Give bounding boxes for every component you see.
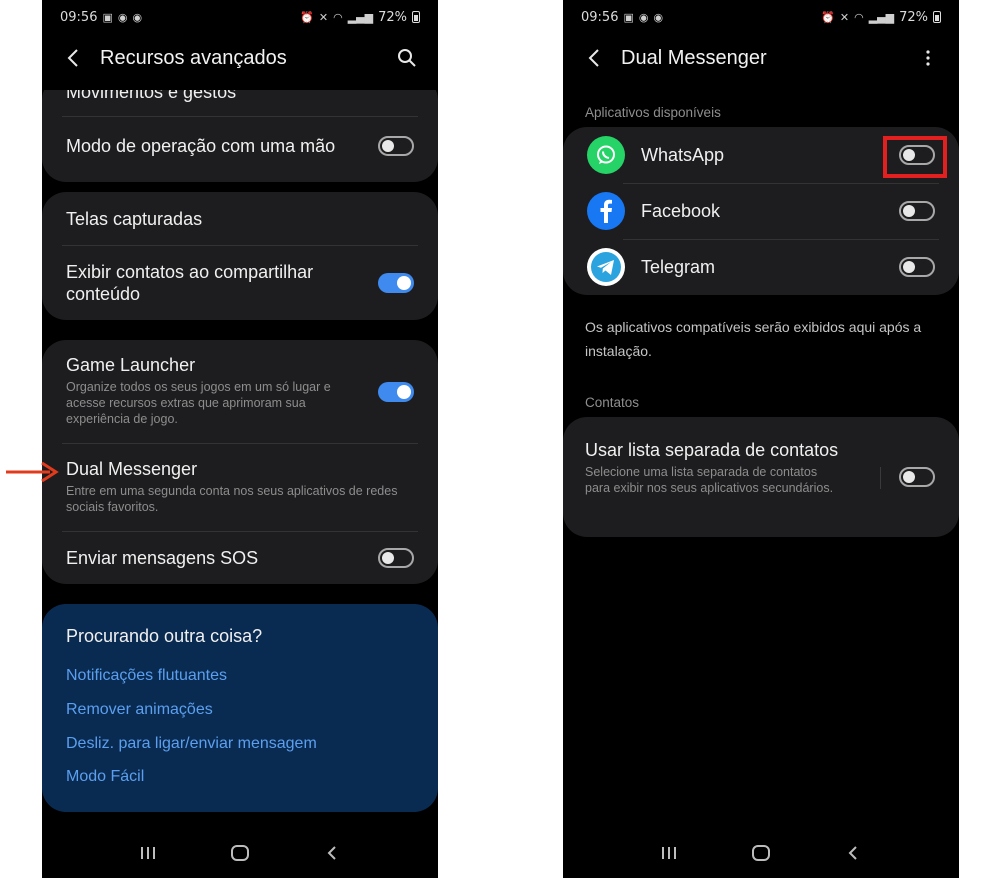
back-icon[interactable] bbox=[840, 840, 866, 866]
divider bbox=[880, 467, 881, 489]
notification-icon: ◉ bbox=[117, 10, 128, 24]
setting-motions-gestures[interactable]: Movimentos e gestos bbox=[66, 82, 414, 106]
app-name: Telegram bbox=[641, 257, 716, 277]
setting-description: Entre em uma segunda conta nos seus apli… bbox=[66, 484, 398, 514]
gallery-notification-icon: ▣ bbox=[102, 10, 113, 24]
setting-title: Movimentos e gestos bbox=[66, 82, 237, 102]
divider bbox=[623, 183, 939, 184]
status-bar: 09:56 ▣ ◉ ◉ ⏰ ✕ ◠ ▂▄▆ 72% bbox=[563, 0, 959, 34]
setting-title: Telas capturadas bbox=[66, 209, 203, 229]
suggestion-link[interactable]: Remover animações bbox=[66, 701, 213, 719]
suggestion-link[interactable]: Notificações flutuantes bbox=[66, 667, 227, 685]
back-icon[interactable] bbox=[319, 840, 345, 866]
status-time: 09:56 bbox=[60, 9, 98, 25]
app-bar: Dual Messenger bbox=[563, 38, 959, 78]
whatsapp-toggle-highlight bbox=[883, 136, 947, 178]
separate-contacts-toggle[interactable] bbox=[899, 467, 935, 487]
facebook-icon bbox=[587, 192, 625, 230]
status-time: 09:56 bbox=[581, 9, 619, 25]
notification-icon: ◉ bbox=[638, 10, 649, 24]
show-contacts-toggle[interactable] bbox=[378, 273, 414, 293]
mute-icon: ✕ bbox=[318, 10, 329, 24]
notification-icon: ◉ bbox=[653, 10, 664, 24]
divider bbox=[62, 531, 418, 532]
divider bbox=[623, 239, 939, 240]
app-bar: Recursos avançados bbox=[42, 38, 438, 78]
battery-icon bbox=[933, 11, 941, 23]
back-arrow-icon[interactable] bbox=[60, 45, 86, 71]
battery-icon bbox=[412, 11, 420, 23]
mute-icon: ✕ bbox=[839, 10, 850, 24]
app-row-telegram[interactable]: Telegram bbox=[587, 245, 935, 289]
settings-card-sharing: Telas capturadas Exibir contatos ao comp… bbox=[42, 192, 438, 320]
setting-title: Dual Messenger bbox=[66, 459, 198, 479]
divider bbox=[62, 245, 418, 246]
whatsapp-icon bbox=[587, 136, 625, 174]
app-name: WhatsApp bbox=[641, 145, 725, 165]
sos-toggle[interactable] bbox=[378, 548, 414, 568]
wifi-icon: ◠ bbox=[333, 10, 343, 24]
navigation-bar bbox=[42, 828, 438, 878]
setting-show-contacts[interactable]: Exibir contatos ao compartilhar conteúdo bbox=[66, 258, 414, 308]
contacts-card: Usar lista separada de contatos Selecion… bbox=[563, 417, 959, 537]
available-apps-label: Aplicativos disponíveis bbox=[585, 105, 721, 120]
home-icon[interactable] bbox=[227, 840, 253, 866]
recent-apps-icon[interactable] bbox=[656, 840, 682, 866]
right-phone-screen: 09:56 ▣ ◉ ◉ ⏰ ✕ ◠ ▂▄▆ 72% Dual Messenger… bbox=[563, 0, 959, 878]
more-options-icon[interactable] bbox=[915, 45, 941, 71]
suggestion-link[interactable]: Desliz. para ligar/enviar mensagem bbox=[66, 735, 317, 753]
telegram-icon bbox=[587, 248, 625, 286]
left-phone-screen: 09:56 ▣ ◉ ◉ ⏰ ✕ ◠ ▂▄▆ 72% Recursos avanç… bbox=[42, 0, 438, 878]
divider bbox=[62, 443, 418, 444]
setting-dual-messenger[interactable]: Dual Messenger Entre em uma segunda cont… bbox=[66, 458, 414, 518]
back-arrow-icon[interactable] bbox=[581, 45, 607, 71]
status-bar: 09:56 ▣ ◉ ◉ ⏰ ✕ ◠ ▂▄▆ 72% bbox=[42, 0, 438, 34]
setting-game-launcher[interactable]: Game Launcher Organize todos os seus jog… bbox=[66, 354, 414, 430]
one-hand-mode-toggle[interactable] bbox=[378, 136, 414, 156]
setting-title: Modo de operação com uma mão bbox=[66, 136, 336, 156]
setting-title: Usar lista separada de contatos bbox=[585, 440, 839, 460]
app-row-facebook[interactable]: Facebook bbox=[587, 189, 935, 233]
navigation-bar bbox=[563, 828, 959, 878]
setting-screenshots[interactable]: Telas capturadas bbox=[66, 204, 414, 234]
setting-title: Game Launcher bbox=[66, 355, 196, 375]
settings-card-games: Game Launcher Organize todos os seus jog… bbox=[42, 340, 438, 584]
game-launcher-toggle[interactable] bbox=[378, 382, 414, 402]
setting-one-hand-mode[interactable]: Modo de operação com uma mão bbox=[66, 128, 414, 164]
signal-icon: ▂▄▆ bbox=[868, 10, 895, 24]
battery-level: 72% bbox=[899, 9, 928, 25]
battery-level: 72% bbox=[378, 9, 407, 25]
facebook-toggle[interactable] bbox=[899, 201, 935, 221]
suggestion-link[interactable]: Modo Fácil bbox=[66, 768, 144, 786]
recent-apps-icon[interactable] bbox=[135, 840, 161, 866]
notification-icon: ◉ bbox=[132, 10, 143, 24]
search-icon[interactable] bbox=[394, 45, 420, 71]
search-suggestions-title: Procurando outra coisa? bbox=[66, 626, 263, 646]
gallery-notification-icon: ▣ bbox=[623, 10, 634, 24]
page-title: Dual Messenger bbox=[621, 46, 767, 69]
divider bbox=[62, 116, 418, 117]
wifi-icon: ◠ bbox=[854, 10, 864, 24]
setting-title: Enviar mensagens SOS bbox=[66, 548, 259, 568]
setting-description: Organize todos os seus jogos em um só lu… bbox=[66, 380, 331, 426]
signal-icon: ▂▄▆ bbox=[347, 10, 374, 24]
setting-description: Selecione uma lista separada de contatos… bbox=[585, 465, 834, 495]
search-suggestions-card: Procurando outra coisa? Notificações flu… bbox=[42, 604, 438, 812]
alarm-icon: ⏰ bbox=[300, 10, 314, 24]
setting-sos-messages[interactable]: Enviar mensagens SOS bbox=[66, 542, 414, 574]
compatible-apps-info: Os aplicativos compatíveis serão exibido… bbox=[585, 319, 922, 359]
setting-title: Exibir contatos ao compartilhar conteúdo bbox=[66, 262, 314, 304]
home-icon[interactable] bbox=[748, 840, 774, 866]
app-name: Facebook bbox=[641, 201, 721, 221]
setting-separate-contacts[interactable]: Usar lista separada de contatos Selecion… bbox=[585, 439, 935, 517]
settings-card-motion: Movimentos e gestos Modo de operação com… bbox=[42, 82, 438, 182]
page-title: Recursos avançados bbox=[100, 46, 287, 69]
alarm-icon: ⏰ bbox=[821, 10, 835, 24]
telegram-toggle[interactable] bbox=[899, 257, 935, 277]
red-arrow-pointer-icon bbox=[6, 461, 59, 483]
contacts-label: Contatos bbox=[585, 395, 640, 410]
